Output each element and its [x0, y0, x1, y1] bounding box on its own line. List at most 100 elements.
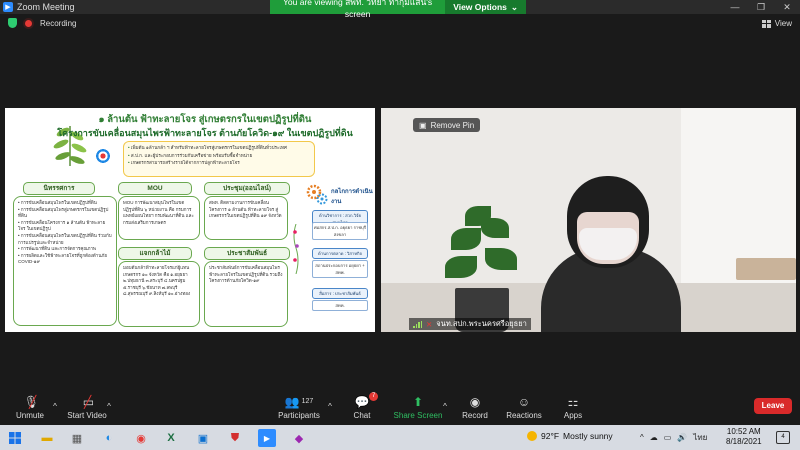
- clock-time: 10:52 AM: [726, 427, 761, 436]
- record-label: Record: [462, 410, 488, 420]
- list-item: ประชาสัมพันธ์การขับเคลื่อนสมุนไพรฟ้าทะลา…: [209, 265, 283, 284]
- volume-icon[interactable]: 🔊: [677, 433, 687, 442]
- mic-muted-icon: ✕: [426, 319, 433, 329]
- photos-icon[interactable]: ▣: [194, 429, 212, 447]
- view-options-label: View Options: [453, 2, 507, 12]
- shield-icon[interactable]: [8, 18, 17, 28]
- record-button[interactable]: ◉ Record: [458, 387, 492, 425]
- background-bench: [736, 258, 796, 280]
- notification-icon[interactable]: 4: [776, 431, 790, 444]
- column-header-exhibition: นิทรรศการ: [23, 182, 95, 195]
- zoom-taskbar-icon[interactable]: ▶: [258, 429, 276, 447]
- remove-pin-button[interactable]: ▣ Remove Pin: [413, 118, 481, 132]
- view-button[interactable]: View: [761, 19, 792, 28]
- slide-subtitle: โครงการขับเคลื่อนสมุนไพรฟ้าทะลายโจร ต้าน…: [57, 128, 353, 138]
- video-feed[interactable]: [381, 108, 796, 332]
- window-controls: — ❐ ✕: [722, 0, 800, 14]
- participant-name: จนท.สปก.พระนครศรีอยุธยา: [436, 319, 527, 328]
- participants-caret[interactable]: ^: [325, 387, 335, 425]
- status-bar: Recording: [8, 18, 76, 28]
- recording-icon: [25, 19, 32, 27]
- system-clock[interactable]: 10:52 AM 8/18/2021: [726, 427, 762, 447]
- goal-item: ส.ป.ก. และผู้ประกอบการร่วมกับเครือข่าย พ…: [128, 152, 310, 160]
- minimize-icon[interactable]: —: [722, 0, 748, 14]
- close-icon[interactable]: ✕: [774, 0, 800, 14]
- unmute-label: Unmute: [15, 410, 44, 420]
- column-box-mou: MOU การพัฒนาสมุนไพรในเขตปฏิรูปที่ดิน ๖ ห…: [118, 196, 200, 240]
- leaf: [485, 248, 517, 270]
- face-mask: [579, 228, 637, 260]
- column-header-meeting: ประชุม(ออนไลน์): [204, 182, 290, 195]
- chevron-up-icon[interactable]: ^: [640, 433, 644, 442]
- edge-icon[interactable]: ◐: [100, 429, 118, 447]
- video-options-caret[interactable]: ^: [104, 387, 114, 425]
- leaf: [465, 206, 491, 226]
- cloud-icon[interactable]: ☁: [650, 433, 658, 442]
- list-item: สพท. ติดตามงานการขับเคลื่อนโครงการ ๑ ล้า…: [209, 200, 282, 219]
- view-label: View: [774, 19, 792, 28]
- chat-label: Chat: [353, 410, 371, 420]
- paint-icon[interactable]: ◆: [290, 429, 308, 447]
- share-screen-button[interactable]: ⬆ Share Screen: [392, 387, 444, 425]
- list-item: การขับเคลื่อนสมุนไพรในเขตปฏิรูปที่ดิน: [18, 200, 112, 207]
- weather-text: Mostly sunny: [563, 431, 613, 441]
- chrome-icon[interactable]: ◉: [132, 429, 150, 447]
- unmute-button[interactable]: 🎙 ╱ Unmute: [10, 387, 50, 425]
- participants-label: Participants: [278, 410, 320, 420]
- list-item: การผลิตและใช้ฟ้าทะลายโจรที่ถูกต้องต้านภั…: [18, 253, 112, 266]
- store-icon[interactable]: ▦: [68, 429, 86, 447]
- weather-temp: 92°F: [541, 431, 560, 441]
- chat-button[interactable]: 💬 7 Chat: [347, 387, 379, 425]
- file-explorer-icon[interactable]: ▬: [38, 429, 56, 447]
- chevron-up-icon: ^: [328, 401, 332, 411]
- goal-item: เพิ่มต้น ๑ล้านกล้า ฯ สำหรับฟ้าทะลายโจรสู…: [128, 144, 310, 152]
- acrobat-icon[interactable]: ⛊: [226, 429, 244, 447]
- column-box-exhibition: การขับเคลื่อนสมุนไพรในเขตปฏิรูปที่ดิน กา…: [13, 196, 117, 326]
- chat-icon: 💬: [354, 394, 370, 409]
- view-options-button[interactable]: View Options ⌄: [445, 0, 526, 14]
- list-item: การพัฒนาที่ดิน และการจัดการคุณภาพ: [18, 246, 112, 253]
- video-off-icon: ▭ ╱: [82, 394, 95, 409]
- goal-item: เกษตรกรสามารถสร้างรายได้จากการปลูกฟ้าทะล…: [128, 159, 310, 167]
- mic-muted-icon: 🎙 ╱: [23, 394, 39, 409]
- reactions-button[interactable]: ☺ Reactions: [504, 387, 544, 425]
- viewing-banner: You are viewing สพท. วิทยา ท่ากุมแสน's s…: [270, 0, 526, 19]
- smile-icon: ☺: [517, 394, 531, 409]
- windows-taskbar: ▬ ▦ ◐ ◉ X ▣ ⛊ ▶ ◆ 92°F Mostly sunny ^ ☁ …: [0, 425, 800, 450]
- leave-button[interactable]: Leave: [754, 398, 792, 414]
- participants-count: 127: [301, 398, 314, 405]
- leaf: [445, 256, 477, 278]
- participants-button[interactable]: 👥 127 Participants: [275, 387, 323, 425]
- step-sub: ศอสกร.ส.ป.ก. อยุธยา ราชบุรี สงขลา: [312, 222, 368, 240]
- viewing-text: You are viewing สพท. วิทยา ท่ากุมแสน's s…: [283, 0, 433, 19]
- excel-icon[interactable]: X: [162, 429, 180, 447]
- grid-icon: [761, 19, 771, 28]
- apps-icon: ⚏: [567, 394, 579, 409]
- chat-badge: 7: [369, 392, 379, 401]
- network-icon[interactable]: ▭: [664, 433, 672, 442]
- remove-pin-label: Remove Pin: [430, 120, 475, 130]
- signal-strength-icon: [413, 320, 422, 328]
- pin-icon: ▣: [419, 120, 427, 130]
- column-header-mou: MOU: [118, 182, 192, 195]
- step-sub: สทท.: [312, 300, 368, 311]
- meeting-toolbar: 🎙 ╱ Unmute ^ ▭ ╱ Start Video ^ 👥 127 Partic…: [0, 387, 800, 425]
- start-video-label: Start Video: [67, 410, 107, 420]
- input-language[interactable]: ไทย: [693, 431, 707, 444]
- step-box: สื่อสาร : ประชาสัมพันธ์: [312, 288, 368, 299]
- list-item: มอบต้นกล้าฟ้าทะลายโจรแก่ผู้แทนเกษตรกร ๑๐…: [123, 265, 191, 297]
- share-screen-caret[interactable]: ^: [440, 387, 450, 425]
- windows-start-icon[interactable]: [6, 429, 24, 447]
- clock-date: 8/18/2021: [726, 437, 762, 446]
- weather-widget[interactable]: 92°F Mostly sunny: [527, 431, 613, 441]
- apps-button[interactable]: ⚏ Apps: [558, 387, 588, 425]
- maximize-icon[interactable]: ❐: [748, 0, 774, 14]
- list-item: MOU การพัฒนาสมุนไพรในเขตปฏิรูปที่ดิน ๖ ห…: [123, 200, 194, 225]
- mechanism-title: กลไกการดำเนินงาน: [331, 189, 373, 205]
- gears-icon: [306, 184, 328, 205]
- audio-options-caret[interactable]: ^: [50, 387, 60, 425]
- record-icon: ◉: [469, 394, 481, 409]
- chevron-down-icon: ⌄: [510, 1, 518, 12]
- step-box: ด้านการตลาด : วิสาหกิจ: [312, 248, 368, 259]
- recording-label: Recording: [40, 18, 77, 28]
